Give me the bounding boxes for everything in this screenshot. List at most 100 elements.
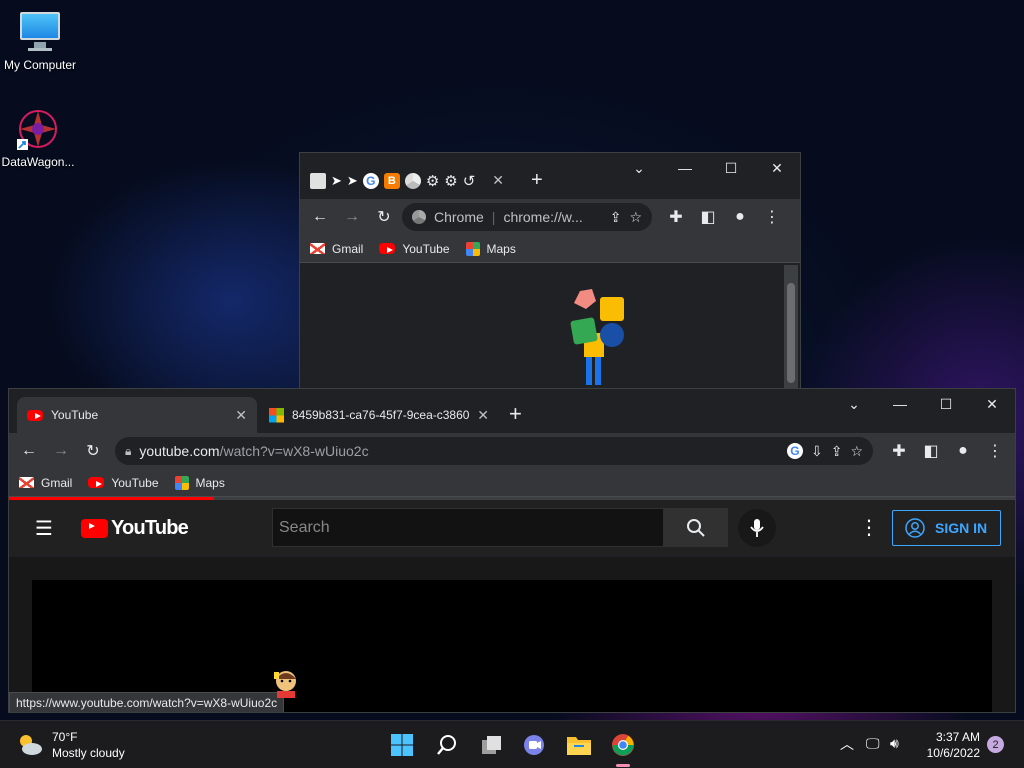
omnibox[interactable]: Chrome | chrome://w... ⇪ ☆ <box>402 203 652 231</box>
voice-search-button[interactable] <box>738 509 776 547</box>
google-lens-icon[interactable]: G <box>786 443 803 459</box>
google-icon[interactable]: G <box>362 172 379 189</box>
tab-title: 8459b831-ca76-45f7-9cea-c3860 <box>291 408 470 422</box>
maximize-icon[interactable]: ☐ <box>923 389 969 419</box>
search-input[interactable]: Search <box>272 508 664 547</box>
settings-menu-icon[interactable]: ⋮ <box>859 515 879 540</box>
gmail-icon <box>310 243 325 254</box>
chrome-icon <box>412 210 426 224</box>
volume-icon[interactable]: 🔊︎ <box>890 735 899 752</box>
youtube-logo[interactable]: YouTube <box>81 517 189 540</box>
extensions-icon[interactable]: ✚ <box>662 203 690 231</box>
blogger-icon[interactable]: B <box>383 172 400 189</box>
chrome-taskbar-button[interactable] <box>607 729 639 761</box>
chrome-window-front[interactable]: YouTube ✕ 8459b831-ca76-45f7-9cea-c3860 … <box>8 388 1016 713</box>
maps-icon <box>174 475 189 490</box>
network-icon[interactable]: 🖵︎ <box>866 735 880 752</box>
close-tab-icon[interactable]: ✕ <box>235 407 247 424</box>
sign-in-button[interactable]: SIGN IN <box>892 510 1001 546</box>
search-icon <box>437 735 456 755</box>
close-window-icon[interactable]: ✕ <box>969 389 1015 419</box>
bookmark-gmail[interactable]: Gmail <box>19 476 72 490</box>
desktop-icon-label: My Computer <box>3 58 77 72</box>
omnibox[interactable]: 🔒︎ youtube.com/watch?v=wX8-wUiuo2c G ⇩ ⇪… <box>115 437 873 465</box>
monitor-icon <box>18 10 62 54</box>
tab-favicon-icon[interactable] <box>310 172 326 189</box>
status-bubble: https://www.youtube.com/watch?v=wX8-wUiu… <box>9 692 285 712</box>
teams-chat-button[interactable] <box>518 729 550 761</box>
cursor-icon[interactable]: ➤ <box>331 173 342 189</box>
bookmark-maps[interactable]: Maps <box>174 475 225 490</box>
start-button[interactable] <box>386 729 418 761</box>
youtube-header: ☰ YouTube Search ⋮ SIGN IN <box>9 500 1015 555</box>
omnibox-url: chrome://w... <box>503 209 583 225</box>
task-view-button[interactable] <box>476 729 508 761</box>
bookmark-youtube[interactable]: YouTube <box>379 242 450 256</box>
close-window-icon[interactable]: ✕ <box>754 153 800 183</box>
side-panel-icon[interactable]: ◧ <box>694 203 722 231</box>
avatar <box>273 669 299 699</box>
extensions-icon[interactable]: ✚ <box>885 437 913 465</box>
search-button[interactable] <box>664 508 728 547</box>
search-icon <box>687 518 705 537</box>
bookmark-gmail[interactable]: Gmail <box>310 242 363 256</box>
cursor-icon[interactable]: ➤ <box>347 173 358 189</box>
star-icon[interactable]: ☆ <box>629 209 642 226</box>
tab-strip: ➤ ➤ G B ⚙ ⚙ ↺ ✕ + ⌄ — ☐ ✕ <box>300 153 800 199</box>
tab-search-icon[interactable]: ⌄ <box>616 153 662 183</box>
chevron-up-icon[interactable]: ︿ <box>840 734 854 754</box>
reload-icon[interactable]: ↻ <box>370 203 398 231</box>
gmail-icon <box>19 477 34 488</box>
install-icon[interactable]: ⇩ <box>811 443 823 460</box>
close-tab-icon[interactable]: ✕ <box>492 172 504 189</box>
desktop-icon-datawagon[interactable]: DataWagon... <box>0 107 78 169</box>
notification-badge[interactable]: 2 <box>987 736 1004 753</box>
url-text: youtube.com/watch?v=wX8-wUiuo2c <box>139 443 369 459</box>
menu-icon[interactable]: ⋮ <box>758 203 786 231</box>
profile-icon[interactable]: ● <box>726 203 754 231</box>
reload-icon[interactable]: ↻ <box>79 437 107 465</box>
close-tab-icon[interactable]: ✕ <box>477 407 489 424</box>
gear-icon[interactable]: ⚙ <box>426 172 439 190</box>
toolbar: ← → ↻ Chrome | chrome://w... ⇪ ☆ ✚ ◧ ● ⋮ <box>300 199 800 235</box>
tab-search-icon[interactable]: ⌄ <box>831 389 877 419</box>
chat-icon <box>524 735 544 755</box>
taskbar: 70°F Mostly cloudy ︿ 🖵︎ 🔊︎ 3:37 AM 10/6/… <box>0 720 1024 768</box>
minimize-icon[interactable]: — <box>877 389 923 419</box>
back-icon[interactable]: ← <box>15 437 43 465</box>
side-panel-icon[interactable]: ◧ <box>917 437 945 465</box>
bookmark-maps[interactable]: Maps <box>465 241 516 256</box>
share-icon[interactable]: ⇪ <box>831 443 843 460</box>
scrollbar[interactable] <box>784 265 798 389</box>
bookmarks-bar: Gmail YouTube Maps <box>9 469 1015 497</box>
history-icon[interactable]: ↺ <box>463 172 476 190</box>
maximize-icon[interactable]: ☐ <box>708 153 754 183</box>
tab-youtube[interactable]: YouTube ✕ <box>17 397 257 433</box>
tab-microsoft[interactable]: 8459b831-ca76-45f7-9cea-c3860 ✕ <box>259 397 499 433</box>
youtube-icon <box>88 477 105 488</box>
clock[interactable]: 3:37 AM 10/6/2022 <box>918 729 980 761</box>
datawagon-icon <box>16 107 60 151</box>
chrome-icon[interactable] <box>404 172 421 189</box>
gear-icon[interactable]: ⚙ <box>444 172 457 190</box>
minimize-icon[interactable]: — <box>662 153 708 183</box>
menu-icon[interactable]: ⋮ <box>981 437 1009 465</box>
share-icon[interactable]: ⇪ <box>610 209 622 226</box>
chrome-window-back[interactable]: ➤ ➤ G B ⚙ ⚙ ↺ ✕ + ⌄ — ☐ ✕ ← → ↻ Chrome |… <box>299 152 801 392</box>
hamburger-menu-icon[interactable]: ☰ <box>35 516 53 541</box>
file-explorer-button[interactable] <box>563 729 595 761</box>
star-icon[interactable]: ☆ <box>850 443 863 460</box>
forward-icon[interactable]: → <box>338 203 366 231</box>
microsoft-icon <box>269 407 284 423</box>
bookmarks-bar: Gmail YouTube Maps <box>300 235 800 263</box>
back-icon[interactable]: ← <box>306 203 334 231</box>
new-tab-icon[interactable]: + <box>531 169 543 192</box>
bookmark-youtube[interactable]: YouTube <box>88 476 159 490</box>
profile-icon[interactable]: ● <box>949 437 977 465</box>
task-view-icon <box>482 736 501 754</box>
new-tab-icon[interactable]: + <box>509 401 522 427</box>
search-taskbar-button[interactable] <box>431 729 463 761</box>
desktop-icon-my-computer[interactable]: My Computer <box>0 10 80 72</box>
weather-widget[interactable]: 70°F Mostly cloudy <box>16 729 125 761</box>
forward-icon[interactable]: → <box>47 437 75 465</box>
